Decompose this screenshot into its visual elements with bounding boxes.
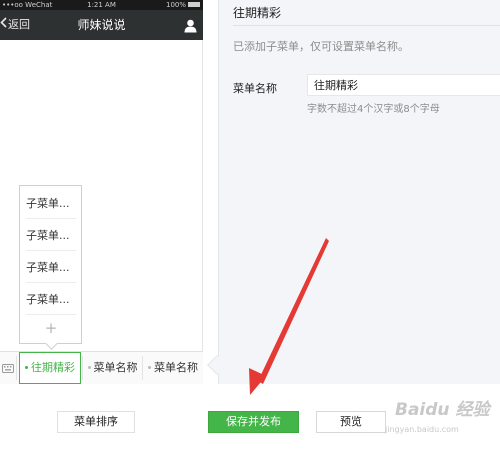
- menu-name-hint: 字数不超过4个汉字或8个字母: [307, 104, 440, 115]
- submenu-item[interactable]: 子菜单...: [26, 220, 76, 251]
- account-title: 师妹说说: [77, 18, 126, 32]
- menu-name-input[interactable]: [307, 74, 500, 96]
- menu-tab-active[interactable]: 往期精彩: [19, 352, 81, 384]
- status-bar: •••oo WeChat 1:21 AM 100%: [0, 0, 203, 10]
- menu-divider: [16, 356, 17, 380]
- panel-divider: [233, 25, 500, 26]
- menu-dot-icon: [148, 365, 151, 369]
- battery-icon: [188, 1, 200, 7]
- wechat-nav-bar: 返回 师妹说说: [0, 10, 203, 40]
- preview-button[interactable]: 预览: [316, 411, 386, 433]
- panel-title: 往期精彩: [233, 6, 282, 20]
- submenu-item[interactable]: 子菜单...: [26, 188, 76, 219]
- phone-preview: •••oo WeChat 1:21 AM 100% 返回 师妹说说 子菜单...…: [0, 0, 203, 384]
- menu-tab[interactable]: 菜单名称: [83, 352, 142, 384]
- sort-menu-button[interactable]: 菜单排序: [57, 411, 135, 433]
- submenu-tip: 已添加子菜单，仅可设置菜单名称。: [233, 40, 409, 53]
- submenu-item[interactable]: 子菜单...: [26, 284, 76, 315]
- watermark-url: jingyan.baidu.com: [385, 425, 459, 434]
- menu-tab-label: 菜单名称: [93, 361, 138, 374]
- menu-tab-label: 往期精彩: [31, 361, 75, 374]
- battery-label: 100%: [165, 1, 186, 9]
- watermark-logo-text: Baidu 经验: [395, 400, 490, 420]
- user-icon[interactable]: [184, 18, 197, 33]
- keyboard-icon[interactable]: [0, 352, 16, 384]
- save-publish-button[interactable]: 保存并发布: [208, 411, 299, 433]
- menu-dot-icon: [87, 365, 91, 369]
- custom-menu-bar: 往期精彩 菜单名称 菜单名称: [0, 351, 203, 384]
- menu-tab[interactable]: 菜单名称: [143, 352, 203, 384]
- battery-indicator: 100%: [166, 0, 200, 10]
- submenu-item[interactable]: 子菜单...: [26, 252, 76, 283]
- submenu-popup: 子菜单... 子菜单... 子菜单... 子菜单... +: [19, 185, 82, 344]
- menu-tab-label: 菜单名称: [154, 361, 198, 374]
- menu-name-label: 菜单名称: [233, 82, 277, 95]
- add-submenu-button[interactable]: +: [26, 314, 76, 342]
- menu-dot-icon: [25, 365, 28, 369]
- baidu-watermark: Baidu 经验 jingyan.baidu.com: [385, 395, 497, 445]
- menu-settings-panel: 往期精彩 已添加子菜单，仅可设置菜单名称。 菜单名称 字数不超过4个汉字或8个字…: [218, 0, 500, 384]
